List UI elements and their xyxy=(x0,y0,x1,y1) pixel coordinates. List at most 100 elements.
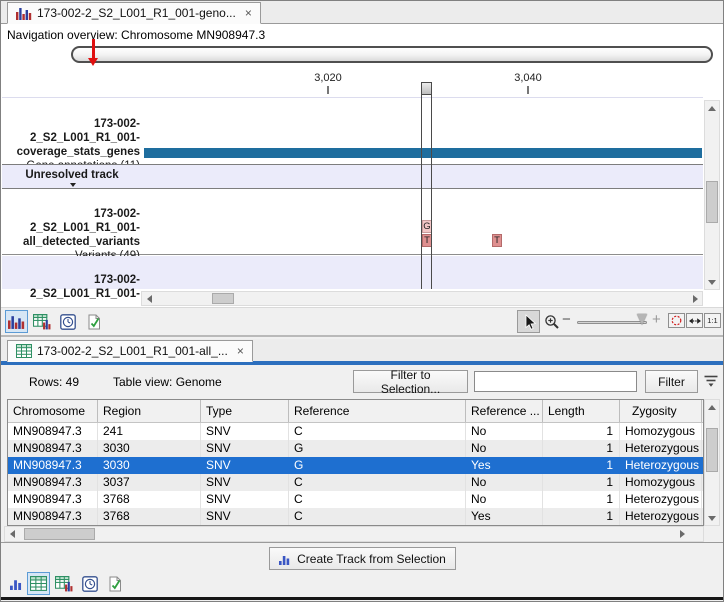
advanced-filter-button[interactable] xyxy=(703,373,719,388)
track-list-icon xyxy=(8,314,25,329)
filter-to-selection-button[interactable]: Filter to Selection... xyxy=(353,370,468,393)
table-horizontal-scrollbar[interactable] xyxy=(4,526,704,542)
column-header[interactable]: Reference xyxy=(289,400,466,422)
table-cell: MN908947.3 xyxy=(8,423,98,440)
table-cell: 1 xyxy=(543,508,620,525)
table-cell: Homozygous xyxy=(620,474,702,491)
selection-marker[interactable] xyxy=(421,82,432,289)
history-view-button[interactable] xyxy=(78,572,101,595)
zoom-tool-button[interactable] xyxy=(540,310,563,333)
zoom-out-button[interactable]: − xyxy=(562,311,571,328)
table-cell: 3030 xyxy=(98,440,201,457)
track-horizontal-scrollbar[interactable] xyxy=(141,291,703,306)
track-vertical-scrollbar[interactable] xyxy=(704,100,720,290)
table-chart-icon xyxy=(33,314,51,330)
variants-layer: GTT xyxy=(1,1,723,335)
create-track-label: Create Track from Selection xyxy=(297,552,446,566)
element-info-button[interactable] xyxy=(103,572,126,595)
zoom-slider-thumb[interactable] xyxy=(637,314,647,325)
table-cell: G xyxy=(289,440,466,457)
close-icon[interactable]: × xyxy=(237,344,244,358)
tab-label: 173-002-2_S2_L001_R1_001-all_... xyxy=(37,344,228,358)
report-check-icon xyxy=(107,576,123,592)
table-cell: No xyxy=(466,491,543,508)
zoom-to-selection-button[interactable] xyxy=(668,313,685,328)
table-row[interactable]: MN908947.33037SNVCNo1Homozygous xyxy=(8,474,703,491)
fit-width-icon xyxy=(688,315,702,327)
table-header-row: ChromosomeRegionTypeReferenceReference .… xyxy=(8,400,703,423)
column-header[interactable]: Region xyxy=(98,400,201,422)
table-row[interactable]: MN908947.33030SNVGNo1Heterozygous xyxy=(8,440,703,457)
table-body: MN908947.3241SNVCNo1HomozygousMN908947.3… xyxy=(8,423,703,525)
scroll-left-icon[interactable] xyxy=(5,527,19,541)
column-header[interactable]: Type xyxy=(201,400,289,422)
divider xyxy=(1,542,723,543)
filter-input[interactable] xyxy=(474,371,637,392)
column-header[interactable]: Chromosome xyxy=(8,400,98,422)
application-window: 173-002-2_S2_L001_R1_001-geno... × Navig… xyxy=(0,0,724,602)
column-header[interactable]: Zygosity xyxy=(620,400,702,422)
scroll-down-icon[interactable] xyxy=(705,275,719,289)
table-cell: MN908947.3 xyxy=(8,440,98,457)
fit-width-button[interactable] xyxy=(686,313,703,328)
table-cell: MN908947.3 xyxy=(8,491,98,508)
zoom-in-button[interactable]: + xyxy=(652,311,661,328)
scroll-right-icon[interactable] xyxy=(688,292,702,306)
table-cell: No xyxy=(466,423,543,440)
column-header[interactable]: Length xyxy=(543,400,620,422)
scrollbar-thumb[interactable] xyxy=(212,293,234,304)
close-icon[interactable]: × xyxy=(245,6,252,20)
table-cell: 1 xyxy=(543,491,620,508)
track-view-button[interactable] xyxy=(5,310,28,333)
track-list-icon xyxy=(16,6,32,20)
scroll-right-icon[interactable] xyxy=(675,527,689,541)
history-view-button[interactable] xyxy=(56,310,79,333)
table-vertical-scrollbar[interactable] xyxy=(704,399,720,526)
column-header[interactable]: Reference ... xyxy=(466,400,543,422)
table-row[interactable]: MN908947.33030SNVGYes1Heterozygous xyxy=(8,457,703,474)
table-cell: 3030 xyxy=(98,457,201,474)
table-row[interactable]: MN908947.3241SNVCNo1Homozygous xyxy=(8,423,703,440)
bottom-divider xyxy=(1,597,723,600)
table-view-button[interactable] xyxy=(27,572,50,595)
scroll-left-icon[interactable] xyxy=(142,292,156,306)
pointer-tool-button[interactable] xyxy=(517,310,540,333)
magnifier-plus-icon xyxy=(544,314,560,330)
scroll-up-icon[interactable] xyxy=(705,101,719,115)
tab-genome-track[interactable]: 173-002-2_S2_L001_R1_001-geno... × xyxy=(7,2,261,24)
scrollbar-thumb[interactable] xyxy=(706,428,718,472)
table-cell: No xyxy=(466,440,543,457)
table-toolbar: Rows: 49 Table view: Genome Filter to Se… xyxy=(1,365,723,398)
table-cell: SNV xyxy=(201,491,289,508)
table-view-button[interactable] xyxy=(30,310,53,333)
clock-icon xyxy=(60,314,76,330)
table-chart-view-button[interactable] xyxy=(52,572,75,595)
track-mini-button[interactable] xyxy=(5,572,28,595)
tab-variant-table[interactable]: 173-002-2_S2_L001_R1_001-all_... × xyxy=(7,340,253,362)
scroll-down-icon[interactable] xyxy=(705,511,719,525)
clock-icon xyxy=(82,576,98,592)
track-view-panel: 173-002-2_S2_L001_R1_001-geno... × Navig… xyxy=(1,1,723,337)
table-cell: 3037 xyxy=(98,474,201,491)
filter-funnel-icon xyxy=(703,374,719,388)
filter-button[interactable]: Filter xyxy=(645,370,698,393)
track-view-toolbar: − + 1:1 xyxy=(1,307,723,335)
tab-label: 173-002-2_S2_L001_R1_001-geno... xyxy=(37,6,236,20)
variant-marker[interactable]: T xyxy=(492,234,502,247)
zoom-100-button[interactable]: 1:1 xyxy=(704,313,721,328)
scroll-up-icon[interactable] xyxy=(705,400,719,414)
scrollbar-thumb[interactable] xyxy=(24,528,95,540)
table-cell: 1 xyxy=(543,423,620,440)
selection-marker-handle[interactable] xyxy=(422,82,431,95)
create-track-from-selection-button[interactable]: Create Track from Selection xyxy=(269,547,456,570)
table-row[interactable]: MN908947.33768SNVCYes1Heterozygous xyxy=(8,508,703,525)
table-row[interactable]: MN908947.33768SNVCNo1Heterozygous xyxy=(8,491,703,508)
scrollbar-thumb[interactable] xyxy=(706,181,718,223)
table-cell: Yes xyxy=(466,508,543,525)
table-view-toolbar xyxy=(1,571,723,597)
element-info-button[interactable] xyxy=(82,310,105,333)
table-cell: SNV xyxy=(201,440,289,457)
track-bars-icon xyxy=(10,577,23,590)
table-cell: 3768 xyxy=(98,491,201,508)
table-cell: SNV xyxy=(201,474,289,491)
